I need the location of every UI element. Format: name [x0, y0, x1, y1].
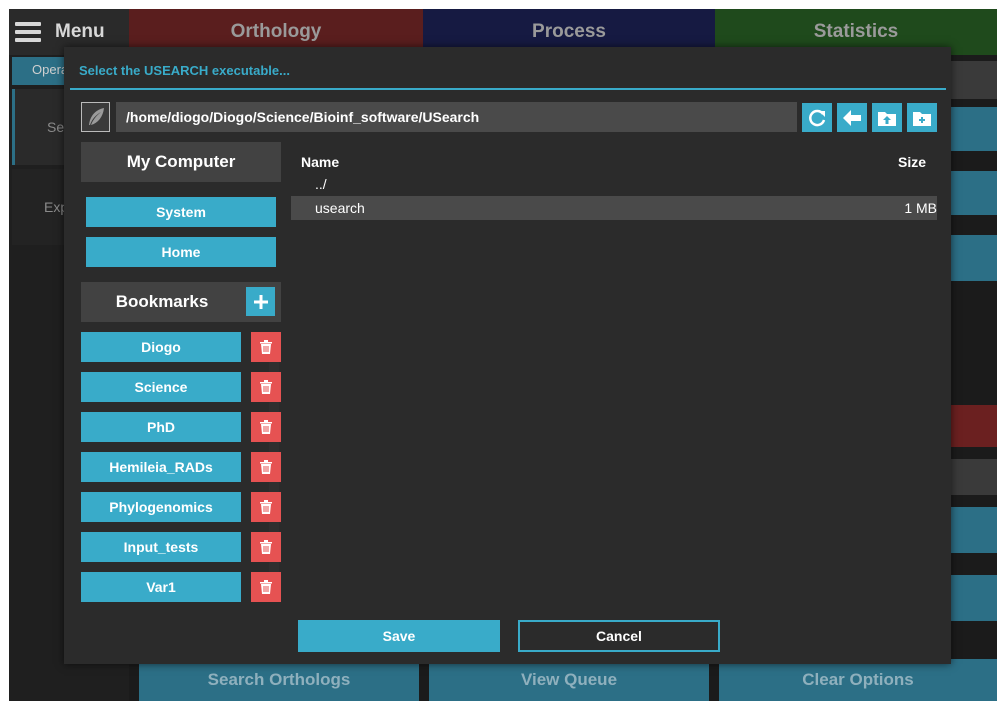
search-orthologs-button[interactable]: Search Orthologs	[139, 659, 419, 701]
trash-icon	[260, 500, 272, 514]
bg-button	[949, 235, 997, 281]
column-header-name[interactable]: Name	[301, 154, 339, 170]
bookmark-diogo-button[interactable]: Diogo	[81, 332, 241, 362]
path-input[interactable]	[116, 102, 797, 132]
dialog-title: Select the USEARCH executable...	[79, 63, 290, 78]
refresh-button[interactable]	[802, 103, 832, 132]
hamburger-icon	[15, 22, 41, 42]
bg-button	[949, 575, 997, 621]
delete-bookmark-button[interactable]	[251, 452, 281, 482]
file-name: ../	[315, 176, 327, 192]
view-queue-button[interactable]: View Queue	[429, 659, 709, 701]
bookmark-input-tests-button[interactable]: Input_tests	[81, 532, 241, 562]
feather-icon[interactable]	[81, 102, 110, 132]
title-divider	[70, 88, 946, 90]
location-system-button[interactable]: System	[86, 197, 276, 227]
cancel-button[interactable]: Cancel	[518, 620, 720, 652]
bookmark-science-button[interactable]: Science	[81, 372, 241, 402]
menu-label: Menu	[55, 21, 105, 42]
delete-bookmark-button[interactable]	[251, 412, 281, 442]
bg-button	[949, 507, 997, 553]
trash-icon	[260, 580, 272, 594]
column-header-size[interactable]: Size	[898, 154, 926, 170]
bookmark-var1-button[interactable]: Var1	[81, 572, 241, 602]
refresh-icon	[809, 109, 826, 126]
bg-panel	[949, 61, 997, 99]
new-folder-button[interactable]	[907, 103, 937, 132]
bookmark-phd-button[interactable]: PhD	[81, 412, 241, 442]
bg-button	[949, 171, 997, 215]
file-row-parent[interactable]: ../	[291, 172, 937, 196]
bookmark-phylogenomics-button[interactable]: Phylogenomics	[81, 492, 241, 522]
trash-icon	[260, 460, 272, 474]
clear-options-button[interactable]: Clear Options	[719, 659, 997, 701]
delete-bookmark-button[interactable]	[251, 372, 281, 402]
save-button[interactable]: Save	[298, 620, 500, 652]
delete-bookmark-button[interactable]	[251, 532, 281, 562]
file-row-usearch[interactable]: usearch 1 MB	[291, 196, 937, 220]
trash-icon	[260, 420, 272, 434]
bookmark-hemileia-rads-button[interactable]: Hemileia_RADs	[81, 452, 241, 482]
folder-up-button[interactable]	[872, 103, 902, 132]
file-size: 1 MB	[904, 200, 937, 216]
back-button[interactable]	[837, 103, 867, 132]
bookmarks-label: Bookmarks	[115, 292, 209, 311]
bg-panel	[949, 405, 997, 447]
delete-bookmark-button[interactable]	[251, 572, 281, 602]
delete-bookmark-button[interactable]	[251, 492, 281, 522]
trash-icon	[260, 340, 272, 354]
location-home-button[interactable]: Home	[86, 237, 276, 267]
my-computer-heading: My Computer	[81, 142, 281, 182]
back-arrow-icon	[843, 109, 861, 126]
bg-panel	[949, 459, 997, 495]
add-bookmark-button[interactable]	[246, 287, 275, 316]
file-chooser-dialog: Select the USEARCH executable... My Comp…	[64, 47, 951, 664]
trash-icon	[260, 380, 272, 394]
plus-icon	[253, 294, 268, 309]
bg-button	[949, 107, 997, 151]
file-name: usearch	[315, 200, 365, 216]
new-folder-icon	[913, 111, 931, 126]
trash-icon	[260, 540, 272, 554]
folder-up-icon	[878, 111, 896, 126]
delete-bookmark-button[interactable]	[251, 332, 281, 362]
